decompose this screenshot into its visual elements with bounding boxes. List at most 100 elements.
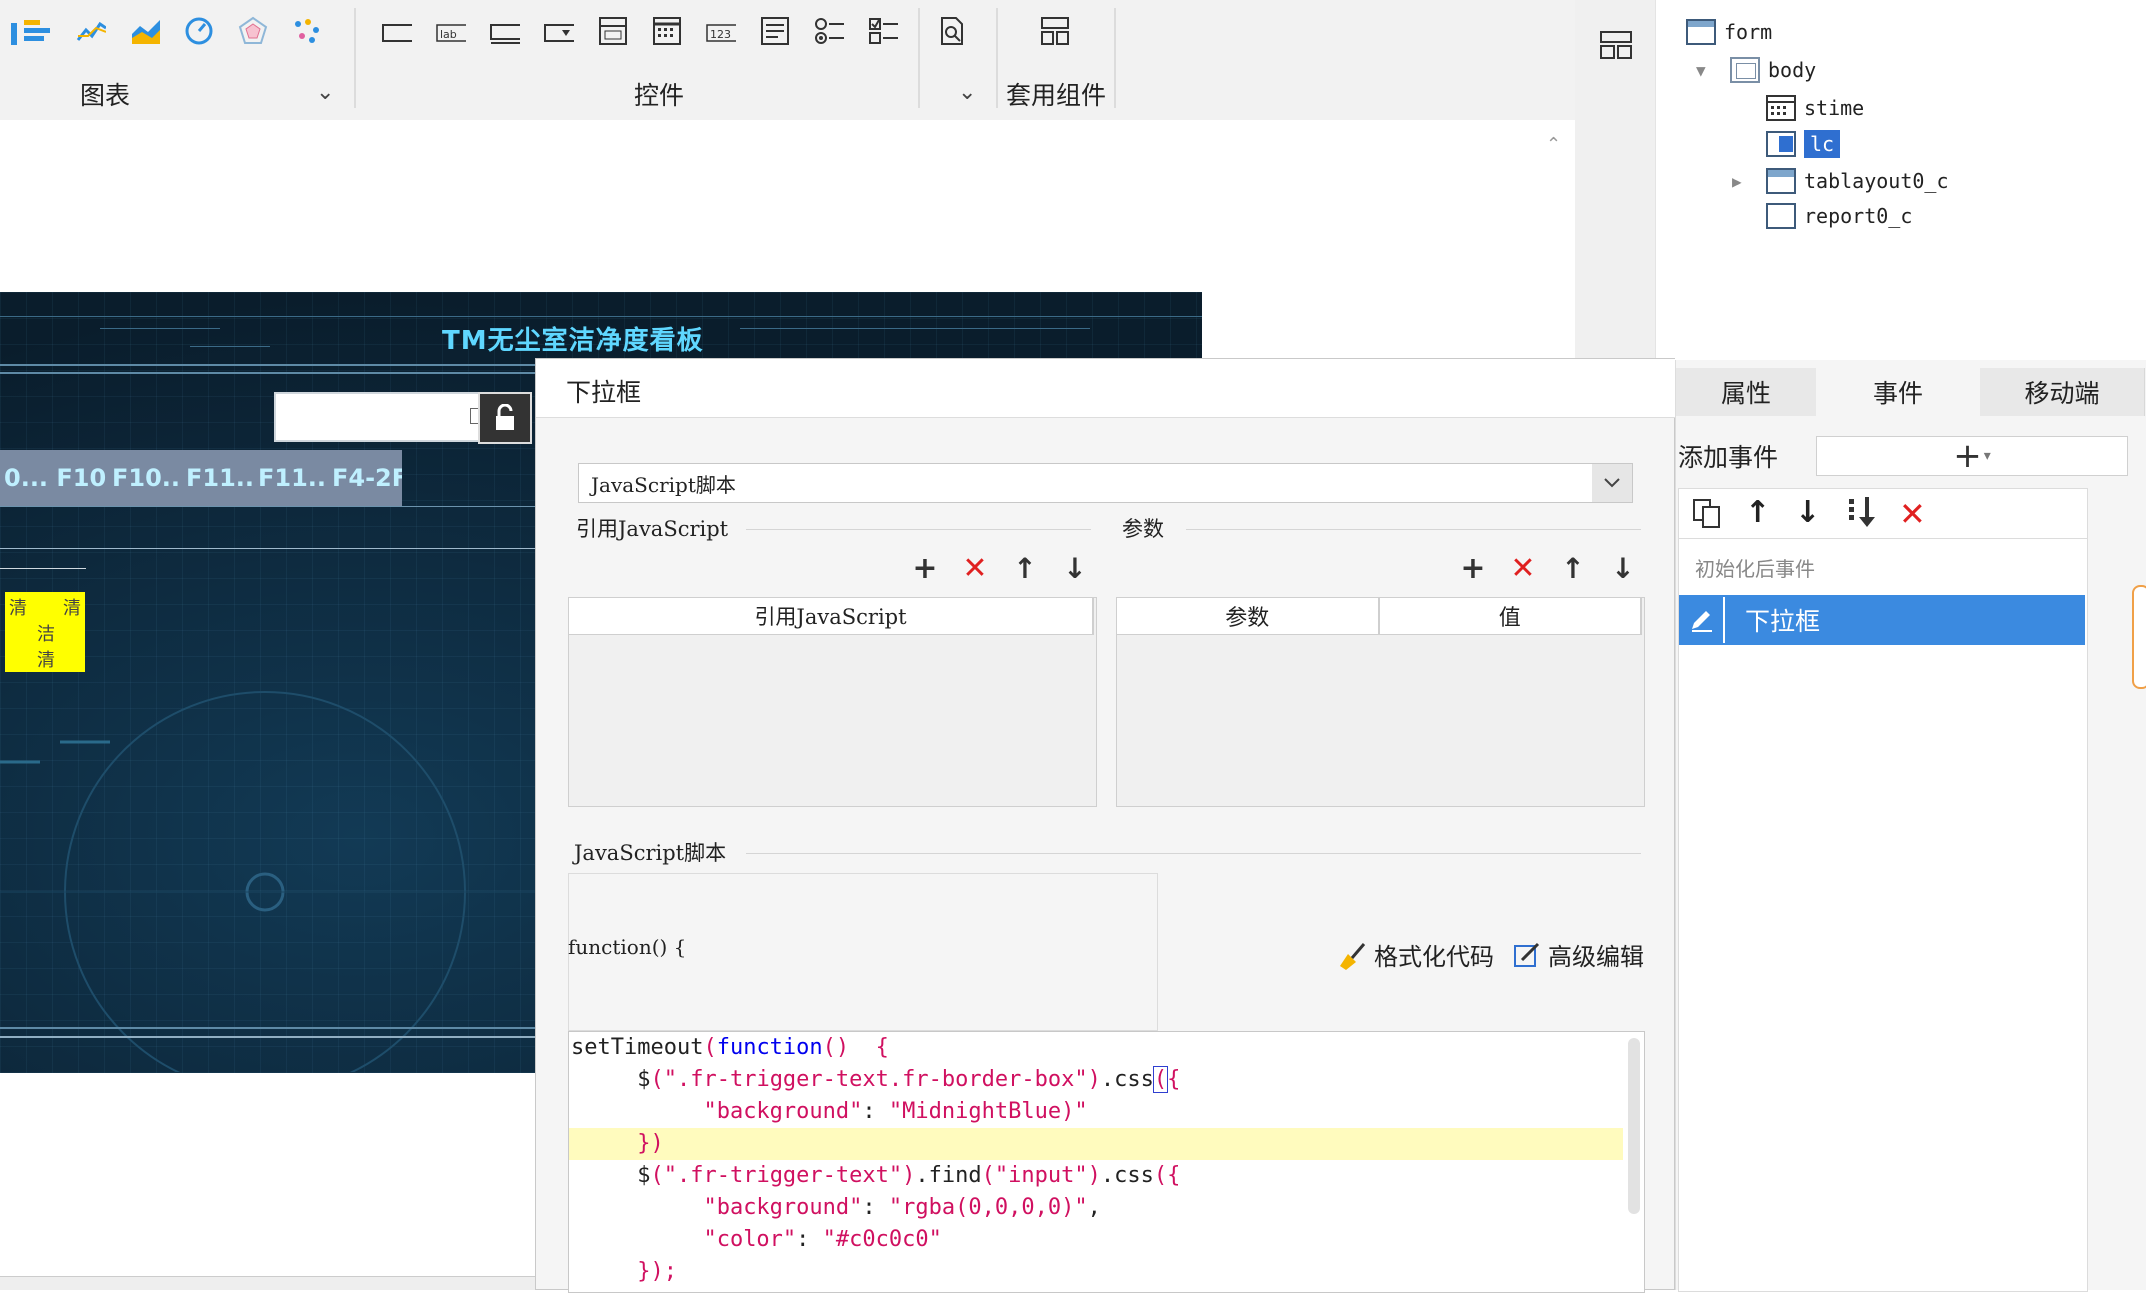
controls-group-label: 控件 [634, 81, 685, 110]
dialog-title: 下拉框 [566, 378, 642, 407]
body-icon [1730, 57, 1760, 83]
add-event-button[interactable]: + ▾ [1816, 436, 2128, 476]
list-item-selected[interactable]: 下拉框 [1679, 595, 2085, 645]
caret-down-icon[interactable]: ▼ [1696, 61, 1730, 80]
tab-cell[interactable]: F11... [254, 450, 330, 506]
tab-cell[interactable]: F4-2F [328, 450, 402, 506]
svg-text:123: 123 [710, 28, 731, 41]
dashboard-title: TM无尘室洁净度看板 [442, 326, 704, 356]
ref-javascript-table[interactable]: 引用JavaScript [568, 597, 1097, 807]
chevron-down-icon[interactable]: ⌄ [316, 80, 334, 105]
broom-icon [1340, 942, 1366, 970]
tab-layout-icon [1766, 168, 1796, 194]
add-event-label: 添加事件 [1678, 443, 1779, 472]
horizontal-bar-chart-icon[interactable] [22, 16, 52, 46]
table-header: 参数 值 [1117, 598, 1642, 635]
tree-item-body[interactable]: ▼ body [1696, 54, 1816, 86]
event-toolbar: ↑ ↓ ✕ [1678, 488, 2088, 540]
toolbar-divider [354, 8, 356, 108]
code-line: $(".fr-trigger-text.fr-border-box").css(… [637, 1066, 1181, 1093]
add-icon[interactable]: + [1456, 551, 1490, 586]
gauge-chart-icon[interactable] [184, 16, 214, 46]
panel-scrollbar[interactable] [2132, 585, 2146, 689]
tree-item-form[interactable]: form [1686, 16, 1772, 48]
plus-icon: + [1953, 436, 1982, 476]
format-code-button[interactable]: 格式化代码 [1336, 937, 1494, 972]
text-input-widget-icon[interactable] [490, 18, 520, 48]
chevron-down-icon[interactable] [1592, 464, 1632, 502]
line-chart-icon[interactable] [76, 16, 106, 46]
copy-icon[interactable] [1691, 497, 1723, 533]
column-header-ref-javascript[interactable]: 引用JavaScript [569, 598, 1094, 634]
layout-component-icon[interactable] [1040, 16, 1070, 46]
tree-item-lc[interactable]: lc [1766, 128, 1841, 160]
caret-right-icon[interactable]: ▶ [1732, 172, 1766, 191]
move-down-icon[interactable]: ↓ [1606, 551, 1640, 585]
event-group-label: 初始化后事件 [1695, 557, 1815, 581]
unlock-icon[interactable] [478, 392, 532, 444]
caret-down-icon: ▾ [1983, 448, 1991, 464]
sort-down-icon[interactable] [1845, 495, 1879, 533]
code-editor[interactable]: setTimeout(function() { $(".fr-trigger-t… [568, 1031, 1645, 1293]
tab-cell[interactable]: F10... [108, 450, 184, 506]
tree-item-report0-c[interactable]: report0_c [1766, 200, 1912, 232]
delete-icon[interactable]: ✕ [1506, 551, 1540, 586]
decorative-circle-graphic [0, 691, 540, 1072]
code-scrollbar[interactable] [1628, 1038, 1640, 1214]
event-list[interactable]: 初始化后事件 下拉框 [1678, 538, 2088, 1292]
tab-mobile[interactable]: 移动端 [1980, 368, 2145, 416]
toolbar-divider [996, 8, 998, 108]
function-signature: function() { [568, 935, 687, 959]
move-up-icon[interactable]: ↑ [1008, 551, 1042, 585]
dropdown-widget-icon[interactable] [544, 18, 574, 48]
canvas-scrollbar[interactable]: ⌃ [1540, 128, 1570, 328]
column-header-param[interactable]: 参数 [1117, 598, 1380, 634]
widget-list-icon[interactable] [1599, 30, 1633, 64]
code-line: "background": "MidnightBlue)" [703, 1099, 1088, 1124]
tab-properties[interactable]: 属性 [1676, 368, 1817, 416]
search-preview-icon[interactable] [936, 16, 966, 46]
dialog-title-bar [536, 359, 1676, 418]
button-widget-icon[interactable] [382, 18, 412, 48]
move-down-icon[interactable]: ↓ [1795, 495, 1820, 530]
number-widget-icon[interactable]: 123 [706, 18, 736, 48]
pencil-icon [1679, 597, 1725, 643]
move-up-icon[interactable]: ↑ [1556, 551, 1590, 585]
sheet-tab-bar[interactable] [0, 1276, 535, 1290]
move-up-icon[interactable]: ↑ [1745, 495, 1770, 530]
code-line: "background": "rgba(0,0,0,0)", [703, 1195, 1101, 1220]
delete-icon[interactable]: ✕ [958, 551, 992, 586]
label-widget-icon[interactable]: lab [436, 18, 466, 48]
script-type-select[interactable]: JavaScript脚本 [578, 463, 1633, 503]
scatter-chart-icon[interactable] [292, 16, 322, 46]
code-line: setTimeout(function() { [571, 1035, 889, 1060]
checkbox-group-widget-icon[interactable] [868, 16, 898, 46]
combo-widget-icon[interactable] [598, 16, 628, 46]
column-header-value[interactable]: 值 [1380, 598, 1642, 634]
delete-icon[interactable]: ✕ [1899, 495, 1926, 533]
toolbar-divider [1114, 8, 1116, 108]
tab-events[interactable]: 事件 [1816, 368, 1981, 416]
date-widget-icon[interactable] [652, 16, 682, 46]
code-line: "color": "#c0c0c0" [703, 1227, 942, 1252]
javascript-script-section-label: JavaScript脚本 [574, 841, 727, 865]
radar-chart-icon[interactable] [238, 16, 268, 46]
add-icon[interactable]: + [908, 551, 942, 586]
chevron-down-icon[interactable]: ⌄ [958, 80, 976, 105]
tab-cell[interactable]: F11... [182, 450, 256, 506]
edit-icon [1514, 942, 1540, 967]
dropdown-icon [1766, 131, 1796, 157]
move-down-icon[interactable]: ↓ [1058, 551, 1092, 585]
area-chart-icon[interactable] [130, 16, 160, 46]
code-line: $(".fr-trigger-text").find("input").css(… [637, 1163, 1181, 1188]
tree-item-tablayout0-c[interactable]: ▶ tablayout0_c [1732, 165, 1949, 197]
tree-item-stime[interactable]: stime [1766, 92, 1864, 124]
component-toolbar: 图表 ⌄ lab 123 控件 ⌄ 套用组件 [0, 0, 1575, 120]
advanced-edit-button[interactable]: 高级编辑 [1512, 937, 1644, 972]
tab-cell[interactable]: 0... F10... [0, 450, 110, 506]
param-table[interactable]: 参数 值 [1116, 597, 1645, 807]
textarea-widget-icon[interactable] [760, 16, 790, 46]
radio-group-widget-icon[interactable] [814, 16, 844, 46]
scroll-up-icon[interactable]: ⌃ [1546, 134, 1561, 155]
date-input-widget[interactable] [274, 392, 486, 442]
